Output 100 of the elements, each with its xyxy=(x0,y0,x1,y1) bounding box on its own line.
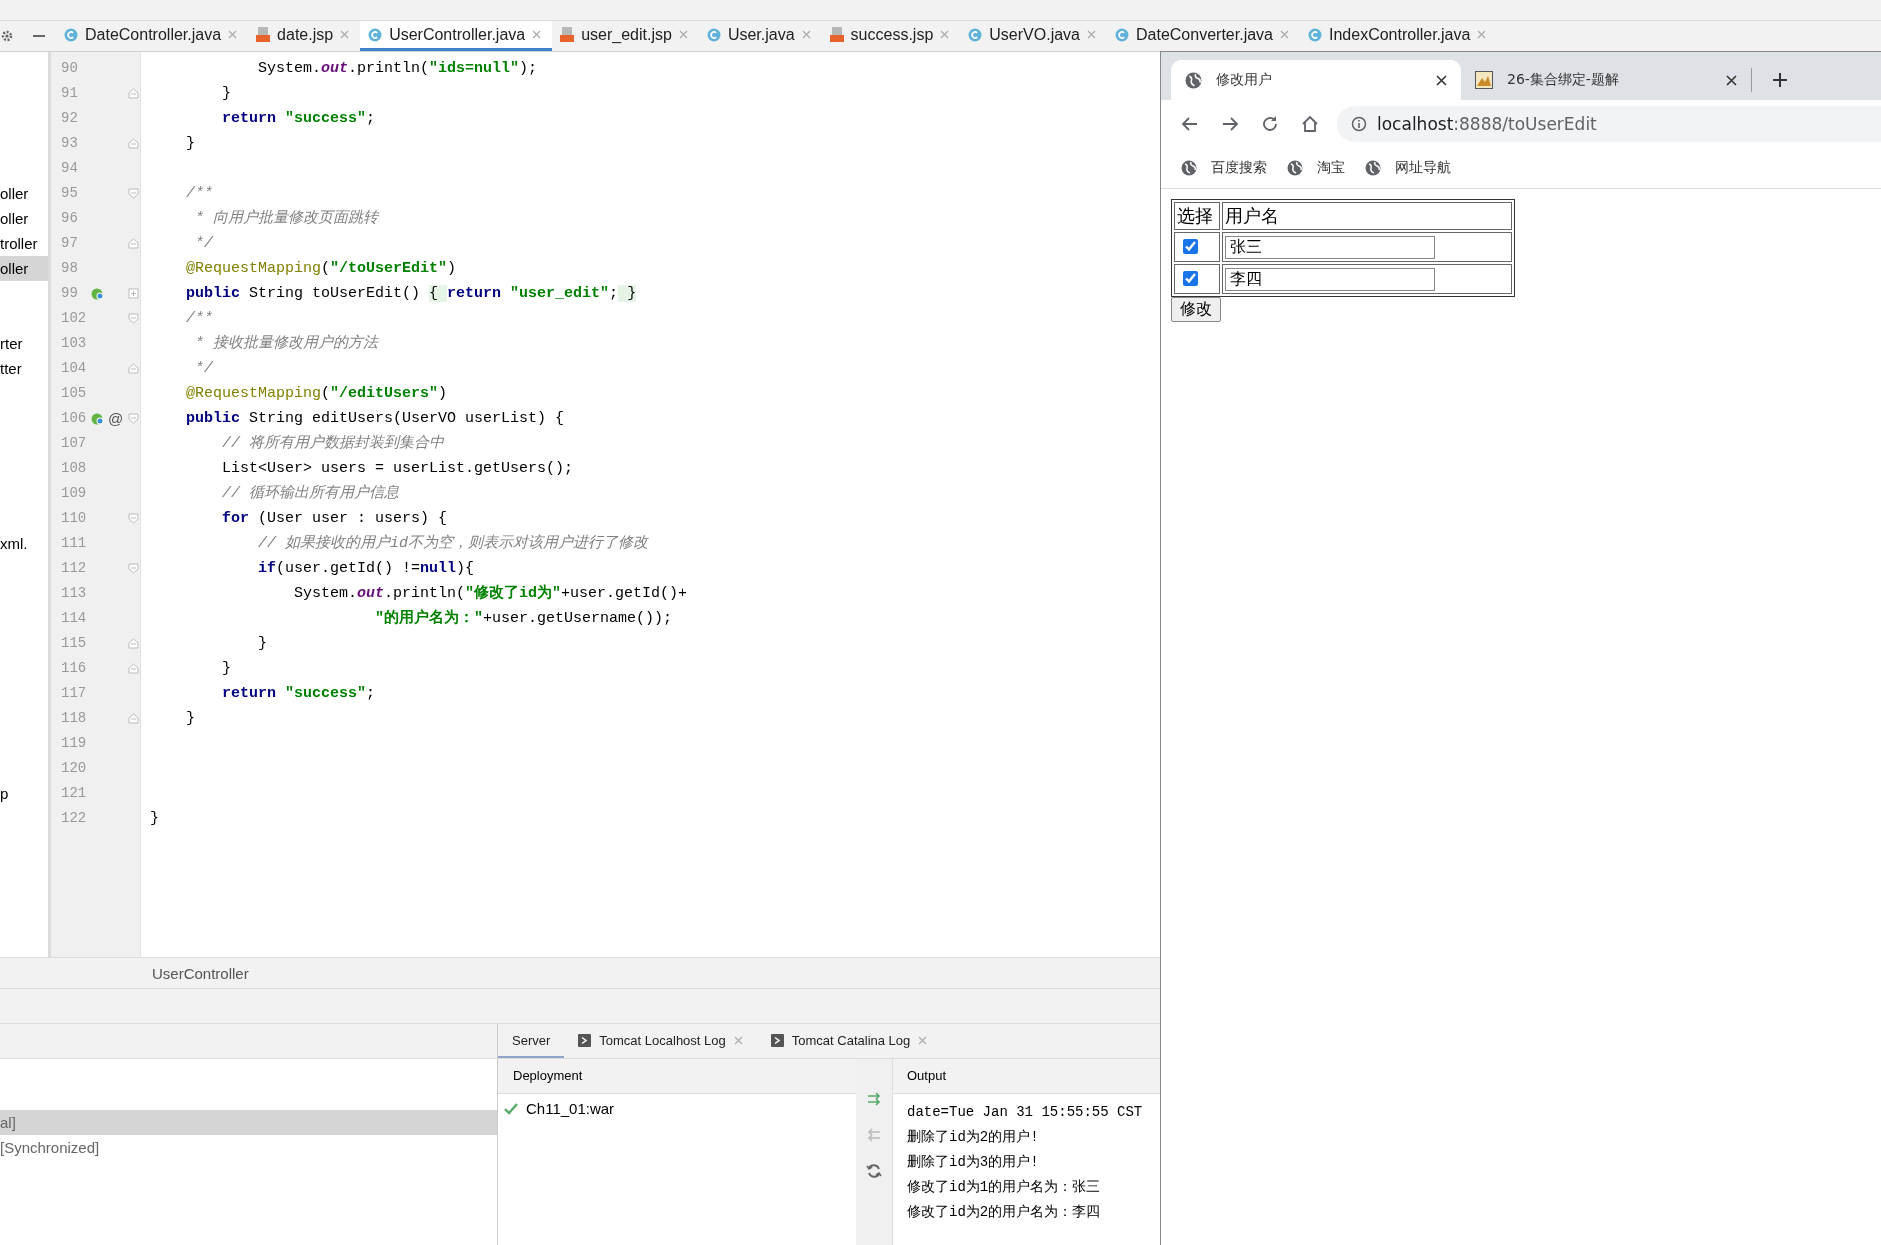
forward-icon[interactable] xyxy=(1221,115,1239,133)
line-number: 121 xyxy=(60,784,88,803)
code-line: System.out.println("修改了id为"+user.getId()+ xyxy=(293,583,688,604)
jsp-file-icon xyxy=(560,27,575,42)
log-line: 删除了id为3的用户! xyxy=(907,1153,1040,1172)
fold-icon[interactable] xyxy=(128,138,139,149)
bookmark[interactable]: 百度搜索 xyxy=(1181,159,1267,177)
line-number: 95 xyxy=(60,184,79,203)
class-icon xyxy=(368,27,383,42)
fold-icon[interactable] xyxy=(128,513,139,524)
input-field[interactable]: 张三 xyxy=(1225,236,1435,259)
line-number: 109 xyxy=(60,484,88,503)
fold-icon[interactable] xyxy=(128,188,139,199)
breadcrumb[interactable]: UserController xyxy=(152,964,249,982)
line-number: 110 xyxy=(60,509,88,528)
line-number: 107 xyxy=(60,434,88,453)
tree-item[interactable]: troller xyxy=(0,231,48,256)
code-line: } xyxy=(185,133,195,154)
tree-item[interactable]: oller xyxy=(0,181,48,206)
globe-icon xyxy=(1365,160,1381,176)
tree-item[interactable]: rter xyxy=(0,331,48,356)
bean-icon[interactable] xyxy=(91,411,105,426)
fold-icon[interactable] xyxy=(128,663,139,674)
close-icon[interactable] xyxy=(1436,74,1447,86)
browser-tab[interactable]: 修改用户 xyxy=(1171,60,1461,100)
line-number: 116 xyxy=(60,659,88,678)
fold-icon[interactable] xyxy=(128,563,139,574)
fold-icon[interactable] xyxy=(128,413,139,424)
back-icon[interactable] xyxy=(1181,115,1199,133)
expand-icon[interactable] xyxy=(128,288,139,299)
globe-icon xyxy=(1181,160,1197,176)
submit-button[interactable]: 修改 xyxy=(1171,297,1221,322)
refresh-icon[interactable] xyxy=(866,1163,882,1179)
fold-icon[interactable] xyxy=(128,713,139,724)
new-tab-icon[interactable] xyxy=(1772,72,1788,88)
line-number: 105 xyxy=(60,384,88,403)
fold-icon[interactable] xyxy=(128,238,139,249)
line-number: 117 xyxy=(60,684,88,703)
code-line: // 循环输出所有用户信息 xyxy=(221,483,400,504)
line-number: 90 xyxy=(60,59,79,78)
panel-tab[interactable]: Tomcat Catalina Log xyxy=(756,1024,942,1058)
line-number: 122 xyxy=(60,809,88,828)
globe-icon xyxy=(1185,71,1202,89)
line-number: 114 xyxy=(60,609,88,628)
code-line: } xyxy=(221,658,231,679)
bookmark[interactable]: 淘宝 xyxy=(1287,159,1345,177)
tree-item[interactable]: p xyxy=(0,781,48,806)
browser-tab[interactable]: 26-集合绑定-题解 xyxy=(1461,60,1751,100)
code-line: System.out.println("ids=null"); xyxy=(257,58,538,79)
fold-icon[interactable] xyxy=(128,363,139,374)
checkbox[interactable] xyxy=(1183,238,1198,254)
line-number: 115 xyxy=(60,634,88,653)
line-number: 103 xyxy=(60,334,88,353)
log-line: 修改了id为1的用户名为：张三 xyxy=(907,1178,1102,1197)
code-line: public String editUsers(UserVO userList) { xyxy=(185,408,565,429)
tree-item[interactable]: tter xyxy=(0,356,48,381)
line-number: 104 xyxy=(60,359,88,378)
class-icon xyxy=(64,27,78,42)
code-line: /** xyxy=(185,183,213,204)
code-line: */ xyxy=(194,233,213,254)
home-icon[interactable] xyxy=(1301,115,1319,133)
class-icon xyxy=(968,27,983,42)
reload-icon[interactable] xyxy=(1261,115,1279,133)
fold-icon[interactable] xyxy=(128,313,139,324)
line-number: 106 xyxy=(60,409,88,428)
log-line: date=Tue Jan 31 15:55:55 CST xyxy=(907,1103,1144,1122)
address-bar[interactable]: localhost:8888/toUserEdit xyxy=(1337,106,1881,142)
tree-item[interactable]: oller xyxy=(0,256,48,281)
log-line: 删除了id为2的用户! xyxy=(907,1128,1040,1147)
fold-icon[interactable] xyxy=(128,638,139,649)
editor-tab[interactable]: UserController.java xyxy=(360,21,553,51)
class-icon xyxy=(1115,27,1129,42)
service-node[interactable]: al] xyxy=(0,1110,497,1135)
code-line: @RequestMapping("/editUsers") xyxy=(185,383,448,404)
deployment-item[interactable]: Ch11_01:war xyxy=(498,1094,856,1123)
input-field[interactable]: 李四 xyxy=(1225,268,1435,291)
bean-icon[interactable] xyxy=(91,286,105,301)
console-icon xyxy=(770,1033,784,1047)
table-header: 选择 xyxy=(1174,202,1220,230)
code-line: for (User user : users) { xyxy=(221,508,448,529)
close-icon[interactable] xyxy=(1726,74,1737,86)
checkbox[interactable] xyxy=(1183,270,1198,286)
service-node[interactable]: [Synchronized] xyxy=(0,1135,497,1160)
tree-item[interactable]: .xml xyxy=(0,531,48,556)
settings-icon[interactable] xyxy=(0,29,14,43)
line-number: 111 xyxy=(60,534,88,553)
info-icon[interactable] xyxy=(1351,116,1367,132)
fold-icon[interactable] xyxy=(128,88,139,99)
tree-item[interactable]: oller xyxy=(0,206,48,231)
line-number: 93 xyxy=(60,134,79,153)
line-number: 98 xyxy=(60,259,79,278)
bookmark[interactable]: 网址导航 xyxy=(1365,159,1451,177)
undeploy-icon[interactable] xyxy=(866,1127,882,1143)
panel-tab[interactable]: Tomcat Localhost Log xyxy=(564,1024,757,1058)
override-mark[interactable]: @ xyxy=(108,410,124,427)
code-line: } xyxy=(150,808,159,829)
line-number: 96 xyxy=(60,209,79,228)
code-line: // 将所有用户数据封装到集合中 xyxy=(221,433,445,454)
redeploy-icon[interactable] xyxy=(866,1091,882,1107)
line-number: 118 xyxy=(60,709,88,728)
